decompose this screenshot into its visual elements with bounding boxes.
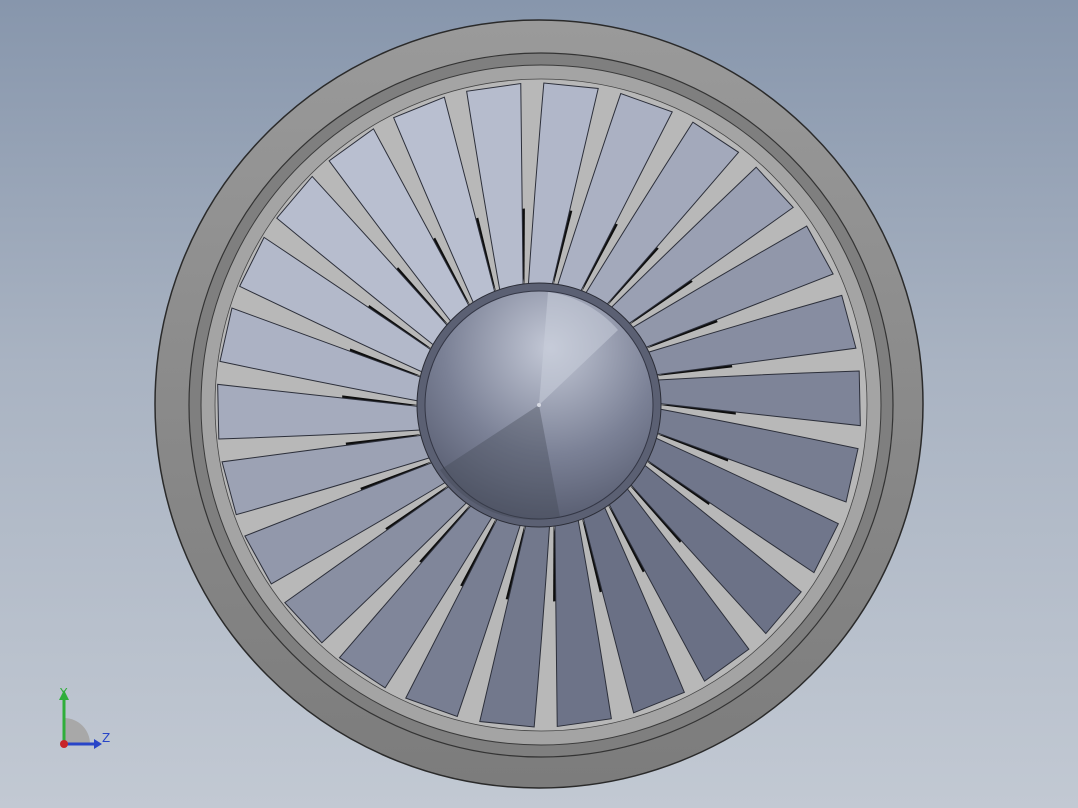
triad-quadrant — [64, 718, 90, 744]
triad-z-label: Z — [102, 731, 111, 745]
spinner-tip — [537, 403, 541, 407]
graphics-viewport[interactable]: Y Z — [0, 0, 1078, 808]
triad-x-dot — [60, 740, 68, 748]
triad-axes — [59, 690, 102, 749]
orientation-triad[interactable]: Y Z — [40, 682, 130, 762]
fan-model[interactable] — [0, 0, 1078, 808]
triad-z-arrow — [94, 739, 102, 749]
triad-y-label: Y — [60, 686, 68, 700]
